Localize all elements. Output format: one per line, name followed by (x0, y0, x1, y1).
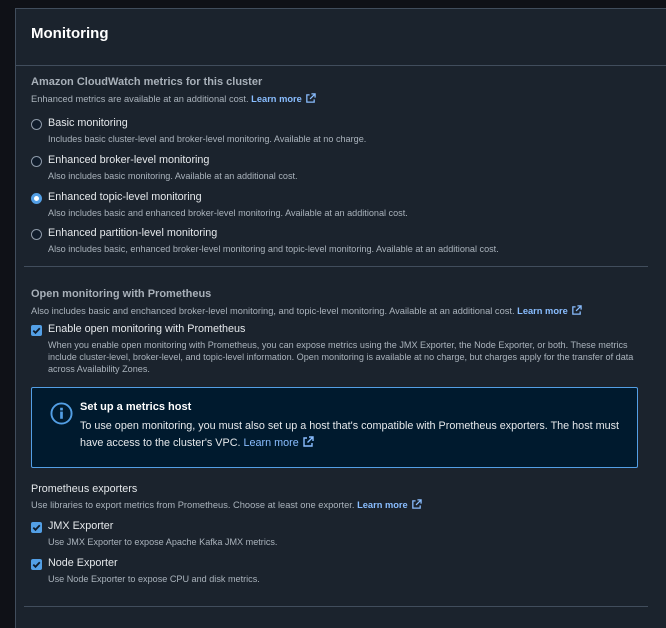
external-link-icon (411, 499, 422, 509)
option-description: Also includes basic, enhanced broker-lev… (48, 244, 499, 254)
exporters-learn-more-link[interactable]: Learn more (357, 500, 408, 510)
panel-header: Monitoring (16, 9, 666, 66)
checkbox[interactable] (31, 522, 42, 533)
enable-prometheus-description: When you enable open monitoring with Pro… (48, 340, 634, 374)
prometheus-learn-more-link[interactable]: Learn more (517, 306, 568, 316)
enable-prometheus-label: Enable open monitoring with Prometheus (48, 323, 246, 335)
metrics-host-info-alert: Set up a metrics host To use open monito… (31, 387, 638, 468)
exporters-title: Prometheus exporters (31, 483, 138, 495)
checkbox[interactable] (31, 325, 42, 336)
checkbox[interactable] (31, 559, 42, 570)
radio-button[interactable] (31, 229, 42, 240)
option-label: Enhanced topic-level monitoring (48, 191, 202, 203)
cloudwatch-title: Amazon CloudWatch metrics for this clust… (31, 76, 263, 88)
option-label: Enhanced broker-level monitoring (48, 154, 210, 166)
page-title: Monitoring (31, 25, 109, 42)
info-learn-more-link[interactable]: Learn more (244, 437, 299, 449)
exporter-label: JMX Exporter (48, 520, 114, 532)
prometheus-title: Open monitoring with Prometheus (31, 288, 212, 300)
info-body: To use open monitoring, you must also se… (80, 420, 619, 449)
exporter-description: Use Node Exporter to expose CPU and disk… (48, 574, 260, 584)
exporter-description: Use JMX Exporter to expose Apache Kafka … (48, 537, 278, 547)
option-description: Also includes basic monitoring. Availabl… (48, 171, 298, 181)
cloudwatch-learn-more-link[interactable]: Learn more (251, 94, 302, 104)
external-link-icon (303, 436, 314, 447)
info-title: Set up a metrics host (80, 401, 192, 413)
external-link-icon (306, 93, 316, 103)
cloudwatch-description: Enhanced metrics are available at an add… (31, 93, 316, 106)
info-icon (50, 402, 73, 425)
option-description: Includes basic cluster-level and broker-… (48, 134, 367, 144)
checkmark-icon (32, 524, 41, 532)
monitoring-panel: Monitoring Amazon CloudWatch metrics for… (15, 8, 666, 628)
external-link-icon (571, 305, 582, 315)
prometheus-description: Also includes basic and enchanced broker… (31, 305, 582, 318)
exporter-label: Node Exporter (48, 557, 118, 569)
option-label: Enhanced partition-level monitoring (48, 227, 218, 239)
radio-button[interactable] (31, 156, 42, 167)
bottom-divider (24, 606, 648, 607)
radio-button-selected[interactable] (31, 193, 42, 204)
exporters-description: Use libraries to export metrics from Pro… (31, 499, 422, 512)
option-description: Also includes basic and enhanced broker-… (48, 208, 408, 218)
option-label: Basic monitoring (48, 117, 128, 129)
checkmark-icon (32, 327, 41, 335)
radio-button[interactable] (31, 119, 42, 130)
checkmark-icon (32, 561, 41, 569)
section-divider (24, 266, 648, 267)
